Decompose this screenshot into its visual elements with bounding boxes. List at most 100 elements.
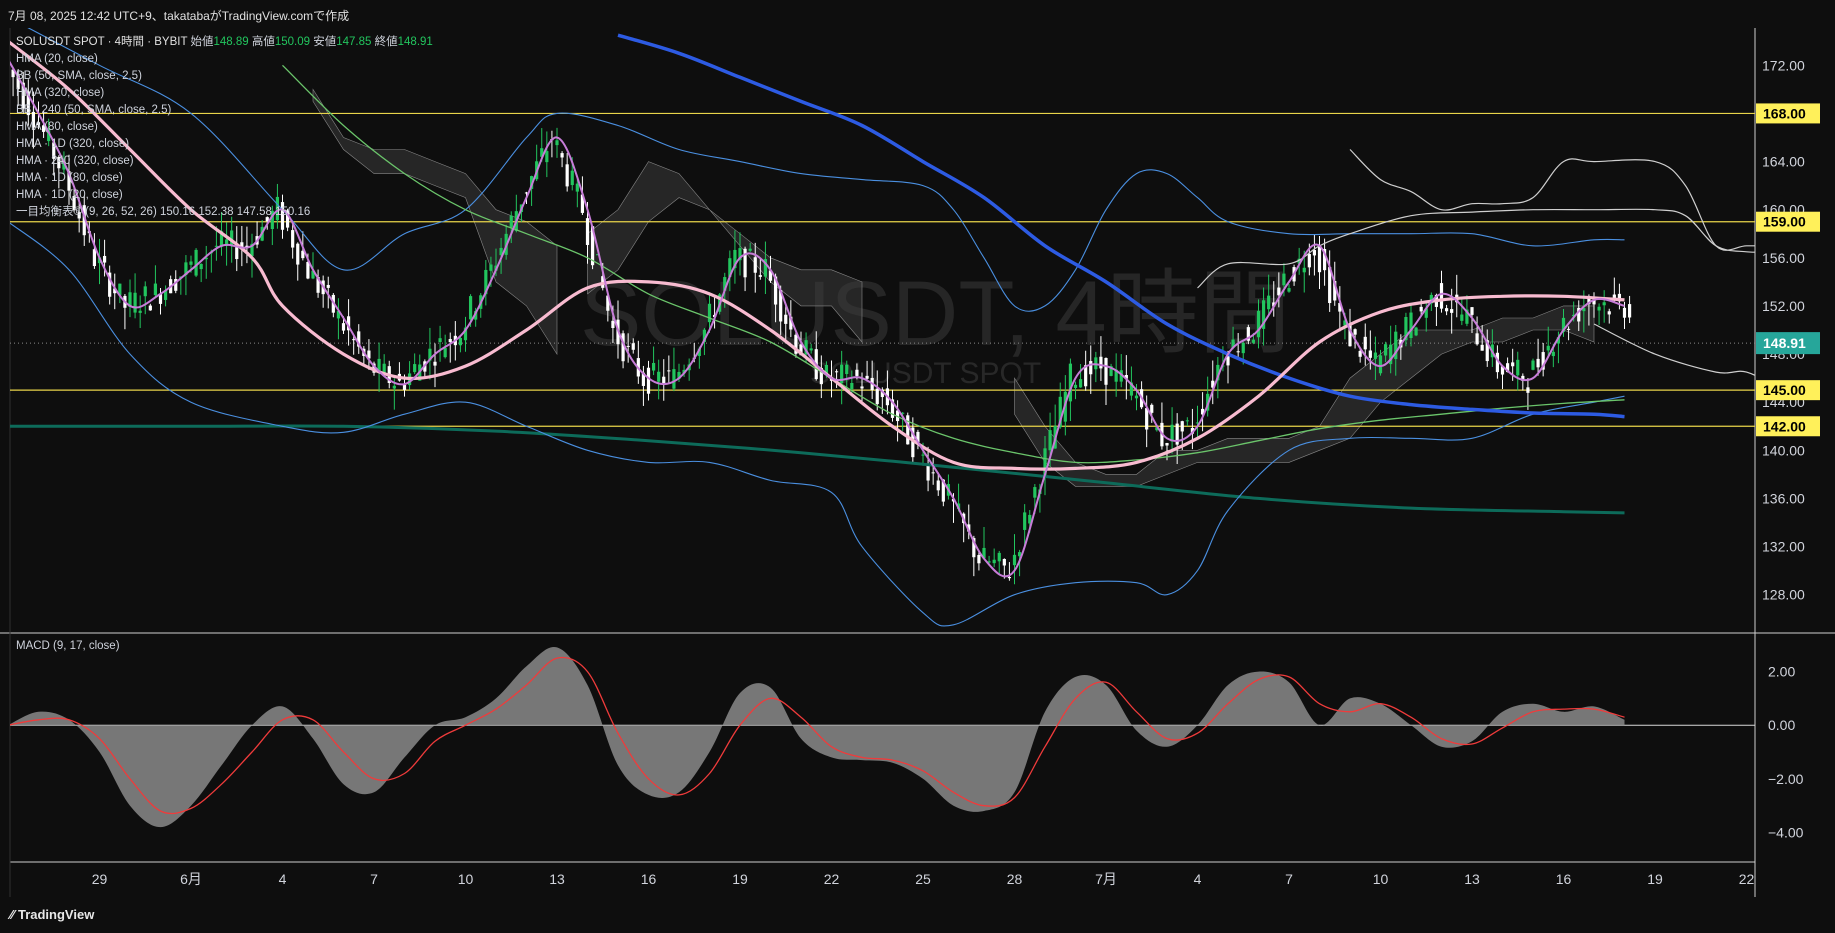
- candle-body: [1419, 306, 1423, 312]
- macd-title: MACD (9, 17, close): [16, 640, 120, 652]
- candle-body: [1480, 344, 1484, 351]
- candle-body: [992, 559, 996, 564]
- candle-body: [1267, 295, 1271, 310]
- ohlc-close-label: 終値: [374, 36, 398, 48]
- candle-body: [1363, 336, 1367, 350]
- candle-body: [657, 371, 661, 382]
- date-axis-tick: 19: [732, 871, 748, 887]
- candle-body: [1597, 306, 1601, 311]
- legend-indicator[interactable]: HMA · 1D (320, close): [16, 136, 433, 153]
- macd-histogram-area: [10, 646, 1625, 828]
- macd-axis-tick: 0.00: [1768, 717, 1795, 733]
- candle-body: [1444, 308, 1449, 312]
- candle-body: [753, 257, 757, 273]
- candle-body: [631, 343, 635, 350]
- macd-axis-tick: 2.00: [1768, 664, 1795, 680]
- last-price-label: 148.91: [1763, 335, 1806, 351]
- candle-body: [1353, 329, 1357, 335]
- ohlc-low-label: 安値: [313, 36, 337, 48]
- candle-body: [1094, 357, 1098, 370]
- candle-body: [1241, 343, 1245, 354]
- level-badge-label: 145.00: [1763, 382, 1806, 398]
- price-axis-tick: 132.00: [1762, 539, 1805, 555]
- candle-body: [189, 261, 193, 265]
- candle-body: [1460, 314, 1464, 321]
- candle-body: [153, 283, 158, 296]
- candle-body: [845, 364, 849, 375]
- candle-body: [1470, 307, 1474, 315]
- candle-body: [1551, 351, 1555, 357]
- candle-body: [575, 183, 579, 192]
- candle-body: [1302, 267, 1306, 273]
- candle-body: [997, 552, 1001, 562]
- tradingview-logo: ⁄⁄ TradingView: [10, 907, 95, 922]
- candle-body: [1358, 350, 1362, 357]
- ichimoku-line: [1349, 149, 1755, 251]
- level-badge-label: 142.00: [1763, 418, 1806, 434]
- legend-indicator[interactable]: HMA (320, close): [16, 85, 433, 102]
- ohlc-open-label: 始値: [190, 36, 214, 48]
- legend-indicator[interactable]: HMA · 1D (80, close): [16, 170, 433, 187]
- candle-body: [1287, 288, 1291, 292]
- brand-name: TradingView: [17, 907, 95, 922]
- candle-body: [143, 286, 147, 297]
- legend-indicator[interactable]: BB (50, SMA, close, 2.5): [16, 68, 433, 85]
- legend-indicator[interactable]: HMA · 1D (20, close): [16, 187, 433, 204]
- watermark-sub: SOLUSDT SPOT: [810, 357, 1041, 390]
- candle-body: [1180, 421, 1184, 432]
- candle-body: [667, 370, 671, 372]
- macd-pane: [10, 646, 1755, 828]
- level-badge-label: 168.00: [1763, 105, 1806, 121]
- candle-body: [921, 454, 925, 456]
- candle-body: [291, 230, 295, 248]
- macd-axis-tick: −4.00: [1768, 824, 1804, 840]
- candle-body: [1383, 344, 1388, 356]
- date-axis-tick: 22: [1739, 871, 1755, 887]
- candle-body: [1368, 350, 1372, 358]
- candle-body: [1627, 304, 1632, 318]
- candle-body: [560, 153, 564, 158]
- date-axis-tick: 16: [641, 871, 657, 887]
- candle-body: [443, 347, 447, 358]
- candle-body: [1566, 328, 1571, 330]
- candle-body: [906, 415, 910, 445]
- candle-body: [1165, 443, 1169, 446]
- candle-body: [707, 303, 712, 323]
- candle-body: [936, 480, 940, 491]
- candle-body: [565, 164, 569, 187]
- candle-body: [1078, 379, 1083, 388]
- candle-body: [214, 245, 219, 247]
- candle-body: [509, 215, 513, 228]
- candle-body: [1622, 307, 1627, 318]
- candle-body: [392, 385, 396, 389]
- candle-body: [626, 345, 630, 347]
- candle-body: [646, 367, 651, 394]
- legend-indicator[interactable]: HMA (80, close): [16, 119, 433, 136]
- candle-body: [1170, 424, 1174, 442]
- candle-body: [651, 362, 656, 371]
- candle-body: [758, 275, 762, 277]
- candle-body: [1409, 312, 1413, 339]
- legend-indicator[interactable]: HMA (20, close): [16, 51, 433, 68]
- candle-body: [199, 263, 203, 270]
- date-axis-tick: 19: [1647, 871, 1663, 887]
- legend-indicator[interactable]: 一目均衡表® (9, 26, 52, 26) 150.16 152.38 147…: [16, 204, 433, 221]
- ohlc-close-value: 148.91: [397, 36, 433, 48]
- candle-body: [448, 339, 452, 343]
- candle-body: [1251, 339, 1256, 343]
- candle-body: [1134, 395, 1139, 399]
- price-axis-tick: 136.00: [1762, 490, 1805, 506]
- candle-body: [6, 60, 9, 67]
- date-axis-tick: 22: [824, 871, 840, 887]
- price-axis-tick: 152.00: [1762, 298, 1805, 314]
- candle-body: [1089, 361, 1093, 375]
- candle-body: [1145, 408, 1149, 430]
- candle-body: [326, 284, 330, 288]
- candle-body: [1439, 283, 1444, 309]
- date-axis-tick: 7: [1285, 871, 1293, 887]
- candle-body: [855, 369, 859, 376]
- price-axis-tick: 164.00: [1762, 154, 1805, 170]
- legend-indicator[interactable]: BB · 240 (50, SMA, close, 2.5): [16, 102, 433, 119]
- candle-body: [1373, 352, 1378, 359]
- legend-indicator[interactable]: HMA · 240 (320, close): [16, 153, 433, 170]
